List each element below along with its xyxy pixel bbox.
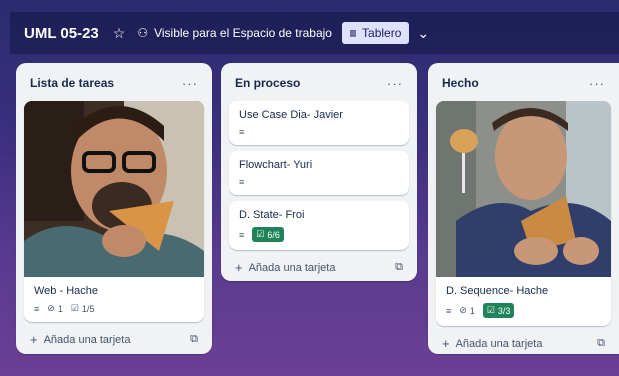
- description-icon: ≡: [239, 229, 245, 240]
- checklist-count: 6/6: [267, 229, 280, 240]
- visibility-label: Visible para el Espacio de trabajo: [154, 26, 332, 40]
- add-card-button[interactable]: + Añada una tarjeta: [235, 260, 335, 275]
- checkbox-icon: ☑: [70, 303, 79, 313]
- card-badges: ≡ ⊘ 1 ☑ 1/5: [34, 303, 194, 314]
- board-icon: ▥: [349, 27, 357, 39]
- add-card-row: + Añada una tarjeta ⧉: [24, 322, 204, 349]
- attachment-badge: ⊘ 1: [459, 305, 475, 316]
- add-card-button[interactable]: + Añada una tarjeta: [30, 332, 130, 347]
- list-title[interactable]: Hecho: [442, 76, 479, 90]
- paperclip-icon: ⊘: [47, 303, 55, 313]
- card-title: Flowchart- Yuri: [239, 159, 313, 171]
- template-icon[interactable]: ⧉: [395, 261, 403, 274]
- card[interactable]: Use Case Dia- Javier ≡: [229, 101, 409, 145]
- list-hecho: Hecho ··· D. Sequence- Hache ≡ ⊘ 1 ☑ 3/3…: [428, 63, 619, 354]
- card[interactable]: D. State- Froi ≡ ☑ 6/6: [229, 201, 409, 250]
- card-badges: ≡ ☑ 6/6: [239, 227, 399, 242]
- add-card-label: Añada una tarjeta: [248, 261, 336, 274]
- template-icon[interactable]: ⧉: [190, 333, 198, 346]
- list-header: En proceso ···: [229, 71, 409, 95]
- paperclip-icon: ⊘: [459, 305, 467, 315]
- checklist-complete-badge: ☑ 3/3: [482, 303, 515, 318]
- card[interactable]: Flowchart- Yuri ≡: [229, 151, 409, 195]
- list-lista-de-tareas: Lista de tareas ··· Web - Hache ≡ ⊘ 1 ☑ …: [16, 63, 212, 354]
- card-cover-image: [436, 101, 611, 277]
- list-menu-button[interactable]: ···: [387, 76, 403, 91]
- list-title[interactable]: En proceso: [235, 76, 300, 90]
- checkbox-icon: ☑: [486, 305, 495, 315]
- attachment-count: 1: [57, 303, 63, 314]
- plus-icon: +: [30, 332, 38, 347]
- list-header: Lista de tareas ···: [24, 71, 204, 95]
- add-card-row: + Añada una tarjeta ⧉: [436, 326, 611, 353]
- list-title[interactable]: Lista de tareas: [30, 76, 114, 90]
- view-switcher-button[interactable]: ▥ Tablero: [341, 22, 410, 44]
- card-title: D. Sequence- Hache: [446, 285, 549, 297]
- visibility-button[interactable]: ⚇ Visible para el Espacio de trabajo: [137, 26, 332, 40]
- add-card-button[interactable]: + Añada una tarjeta: [442, 336, 542, 351]
- checklist-count: 1/5: [81, 303, 95, 314]
- template-icon[interactable]: ⧉: [597, 337, 605, 350]
- list-menu-button[interactable]: ···: [589, 76, 605, 91]
- chevron-down-icon[interactable]: ⌄: [417, 25, 429, 42]
- checklist-count: 3/3: [497, 305, 511, 316]
- card[interactable]: Web - Hache ≡ ⊘ 1 ☑ 1/5: [24, 101, 204, 322]
- view-label: Tablero: [362, 26, 402, 40]
- plus-icon: +: [442, 336, 450, 351]
- list-header: Hecho ···: [436, 71, 611, 95]
- add-card-row: + Añada una tarjeta ⧉: [229, 250, 409, 277]
- checklist-badge: ☑ 1/5: [71, 303, 95, 314]
- attachment-count: 1: [469, 305, 475, 316]
- description-icon: ≡: [239, 177, 245, 187]
- card-badges: ≡ ⊘ 1 ☑ 3/3: [446, 303, 601, 318]
- card-badges: ≡: [239, 127, 399, 137]
- list-menu-button[interactable]: ···: [182, 76, 198, 91]
- card[interactable]: D. Sequence- Hache ≡ ⊘ 1 ☑ 3/3: [436, 101, 611, 326]
- card-title: D. State- Froi: [239, 209, 305, 221]
- attachment-badge: ⊘ 1: [47, 303, 63, 314]
- star-icon[interactable]: ☆: [113, 25, 126, 42]
- plus-icon: +: [235, 260, 243, 275]
- card-cover-image: [24, 101, 204, 277]
- board-header: UML 05-23 ☆ ⚇ Visible para el Espacio de…: [10, 12, 619, 54]
- description-icon: ≡: [446, 305, 452, 316]
- add-card-label: Añada una tarjeta: [455, 337, 543, 350]
- checklist-complete-badge: ☑ 6/6: [252, 227, 284, 242]
- add-card-label: Añada una tarjeta: [43, 333, 131, 346]
- board-title[interactable]: UML 05-23: [24, 25, 99, 42]
- people-icon: ⚇: [137, 26, 149, 40]
- description-icon: ≡: [34, 303, 40, 314]
- card-badges: ≡: [239, 177, 399, 187]
- card-title: Web - Hache: [34, 285, 98, 297]
- description-icon: ≡: [239, 127, 245, 137]
- checkbox-icon: ☑: [256, 229, 265, 239]
- card-title: Use Case Dia- Javier: [239, 109, 343, 121]
- list-en-proceso: En proceso ··· Use Case Dia- Javier ≡ Fl…: [221, 63, 417, 281]
